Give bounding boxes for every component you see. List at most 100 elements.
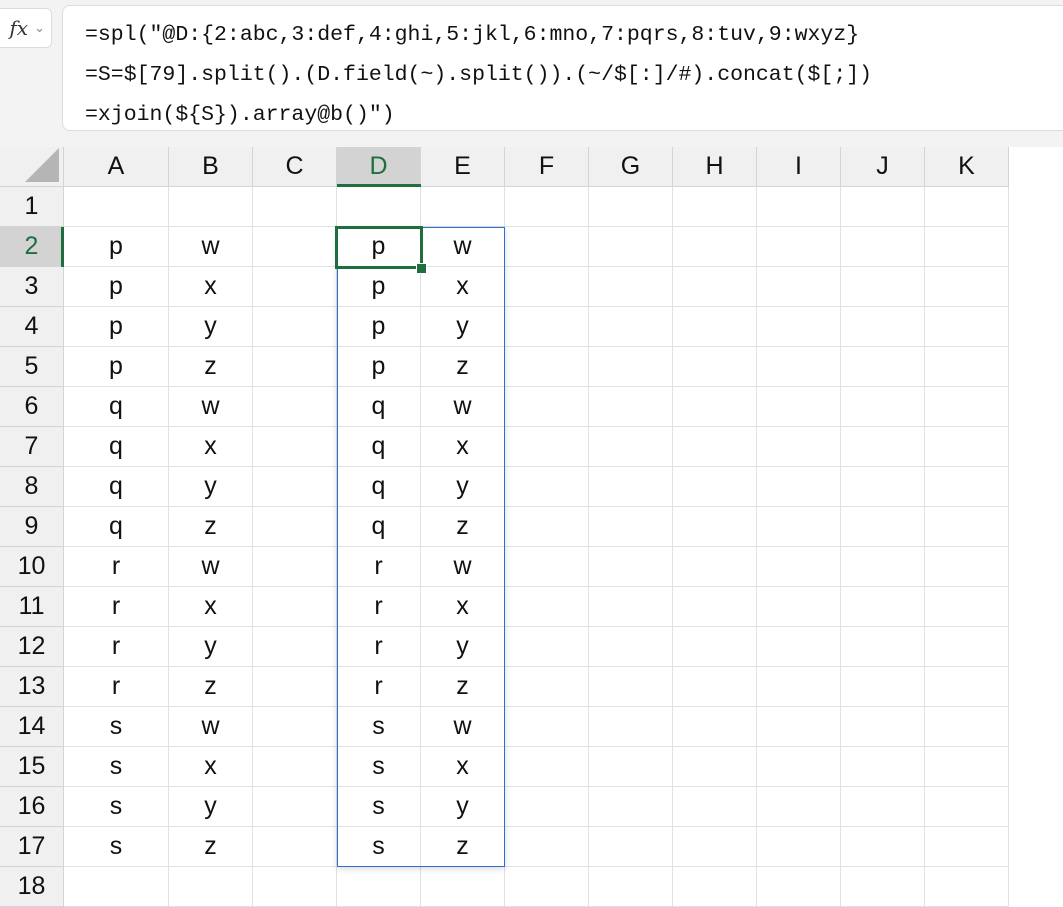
- cell-b13[interactable]: z: [169, 667, 253, 707]
- cell-a6[interactable]: q: [64, 387, 169, 427]
- cell-d12[interactable]: r: [337, 627, 421, 667]
- column-header-i[interactable]: I: [757, 147, 841, 187]
- cell-g5[interactable]: [589, 347, 673, 387]
- cell-e13[interactable]: z: [421, 667, 505, 707]
- cell-k14[interactable]: [925, 707, 1009, 747]
- cell-g7[interactable]: [589, 427, 673, 467]
- cell-a11[interactable]: r: [64, 587, 169, 627]
- cell-e8[interactable]: y: [421, 467, 505, 507]
- column-header-d[interactable]: D: [337, 147, 421, 187]
- cell-d11[interactable]: r: [337, 587, 421, 627]
- cell-j14[interactable]: [841, 707, 925, 747]
- insert-function-button[interactable]: fx ⌄: [0, 8, 52, 48]
- cell-e9[interactable]: z: [421, 507, 505, 547]
- row-header-12[interactable]: 12: [0, 627, 64, 667]
- cell-a12[interactable]: r: [64, 627, 169, 667]
- row-header-5[interactable]: 5: [0, 347, 64, 387]
- cell-f17[interactable]: [505, 827, 589, 867]
- cell-g2[interactable]: [589, 227, 673, 267]
- cell-b3[interactable]: x: [169, 267, 253, 307]
- column-header-j[interactable]: J: [841, 147, 925, 187]
- cell-a9[interactable]: q: [64, 507, 169, 547]
- row-header-3[interactable]: 3: [0, 267, 64, 307]
- cell-f11[interactable]: [505, 587, 589, 627]
- cell-c7[interactable]: [253, 427, 337, 467]
- cell-e11[interactable]: x: [421, 587, 505, 627]
- cell-k8[interactable]: [925, 467, 1009, 507]
- cell-d16[interactable]: s: [337, 787, 421, 827]
- cell-i16[interactable]: [757, 787, 841, 827]
- cell-j5[interactable]: [841, 347, 925, 387]
- row-header-13[interactable]: 13: [0, 667, 64, 707]
- cell-e7[interactable]: x: [421, 427, 505, 467]
- cell-k2[interactable]: [925, 227, 1009, 267]
- cell-d13[interactable]: r: [337, 667, 421, 707]
- cell-d15[interactable]: s: [337, 747, 421, 787]
- cell-i11[interactable]: [757, 587, 841, 627]
- cell-b11[interactable]: x: [169, 587, 253, 627]
- cell-a2[interactable]: p: [64, 227, 169, 267]
- cell-b17[interactable]: z: [169, 827, 253, 867]
- cell-e4[interactable]: y: [421, 307, 505, 347]
- cell-f7[interactable]: [505, 427, 589, 467]
- row-header-11[interactable]: 11: [0, 587, 64, 627]
- cell-b4[interactable]: y: [169, 307, 253, 347]
- column-header-h[interactable]: H: [673, 147, 757, 187]
- cell-g9[interactable]: [589, 507, 673, 547]
- cell-e3[interactable]: x: [421, 267, 505, 307]
- cell-g14[interactable]: [589, 707, 673, 747]
- cell-f4[interactable]: [505, 307, 589, 347]
- cell-f9[interactable]: [505, 507, 589, 547]
- cell-h15[interactable]: [673, 747, 757, 787]
- row-header-7[interactable]: 7: [0, 427, 64, 467]
- chevron-down-icon[interactable]: ⌄: [34, 21, 45, 36]
- cell-f13[interactable]: [505, 667, 589, 707]
- cell-g16[interactable]: [589, 787, 673, 827]
- cell-d4[interactable]: p: [337, 307, 421, 347]
- row-header-9[interactable]: 9: [0, 507, 64, 547]
- cell-f10[interactable]: [505, 547, 589, 587]
- cell-k16[interactable]: [925, 787, 1009, 827]
- cell-j3[interactable]: [841, 267, 925, 307]
- cell-c15[interactable]: [253, 747, 337, 787]
- cell-k3[interactable]: [925, 267, 1009, 307]
- formula-input[interactable]: =spl("@D:{2:abc,3:def,4:ghi,5:jkl,6:mno,…: [62, 5, 1063, 131]
- cell-i7[interactable]: [757, 427, 841, 467]
- cell-a4[interactable]: p: [64, 307, 169, 347]
- column-header-c[interactable]: C: [253, 147, 337, 187]
- cell-j7[interactable]: [841, 427, 925, 467]
- cell-c4[interactable]: [253, 307, 337, 347]
- cell-e15[interactable]: x: [421, 747, 505, 787]
- cell-g6[interactable]: [589, 387, 673, 427]
- cell-h6[interactable]: [673, 387, 757, 427]
- cell-f15[interactable]: [505, 747, 589, 787]
- cell-c17[interactable]: [253, 827, 337, 867]
- cell-k15[interactable]: [925, 747, 1009, 787]
- cell-h5[interactable]: [673, 347, 757, 387]
- row-header-6[interactable]: 6: [0, 387, 64, 427]
- cell-h14[interactable]: [673, 707, 757, 747]
- cell-f6[interactable]: [505, 387, 589, 427]
- cell-b18[interactable]: [169, 867, 253, 907]
- cell-i9[interactable]: [757, 507, 841, 547]
- cell-b1[interactable]: [169, 187, 253, 227]
- cell-k7[interactable]: [925, 427, 1009, 467]
- cell-c1[interactable]: [253, 187, 337, 227]
- cell-f3[interactable]: [505, 267, 589, 307]
- cell-k1[interactable]: [925, 187, 1009, 227]
- column-header-g[interactable]: G: [589, 147, 673, 187]
- cell-h10[interactable]: [673, 547, 757, 587]
- cell-d8[interactable]: q: [337, 467, 421, 507]
- column-header-e[interactable]: E: [421, 147, 505, 187]
- cell-c11[interactable]: [253, 587, 337, 627]
- cell-d7[interactable]: q: [337, 427, 421, 467]
- cell-i13[interactable]: [757, 667, 841, 707]
- cell-e10[interactable]: w: [421, 547, 505, 587]
- cell-e12[interactable]: y: [421, 627, 505, 667]
- cell-b7[interactable]: x: [169, 427, 253, 467]
- cell-g8[interactable]: [589, 467, 673, 507]
- cell-b8[interactable]: y: [169, 467, 253, 507]
- cell-f1[interactable]: [505, 187, 589, 227]
- cell-h1[interactable]: [673, 187, 757, 227]
- cell-a8[interactable]: q: [64, 467, 169, 507]
